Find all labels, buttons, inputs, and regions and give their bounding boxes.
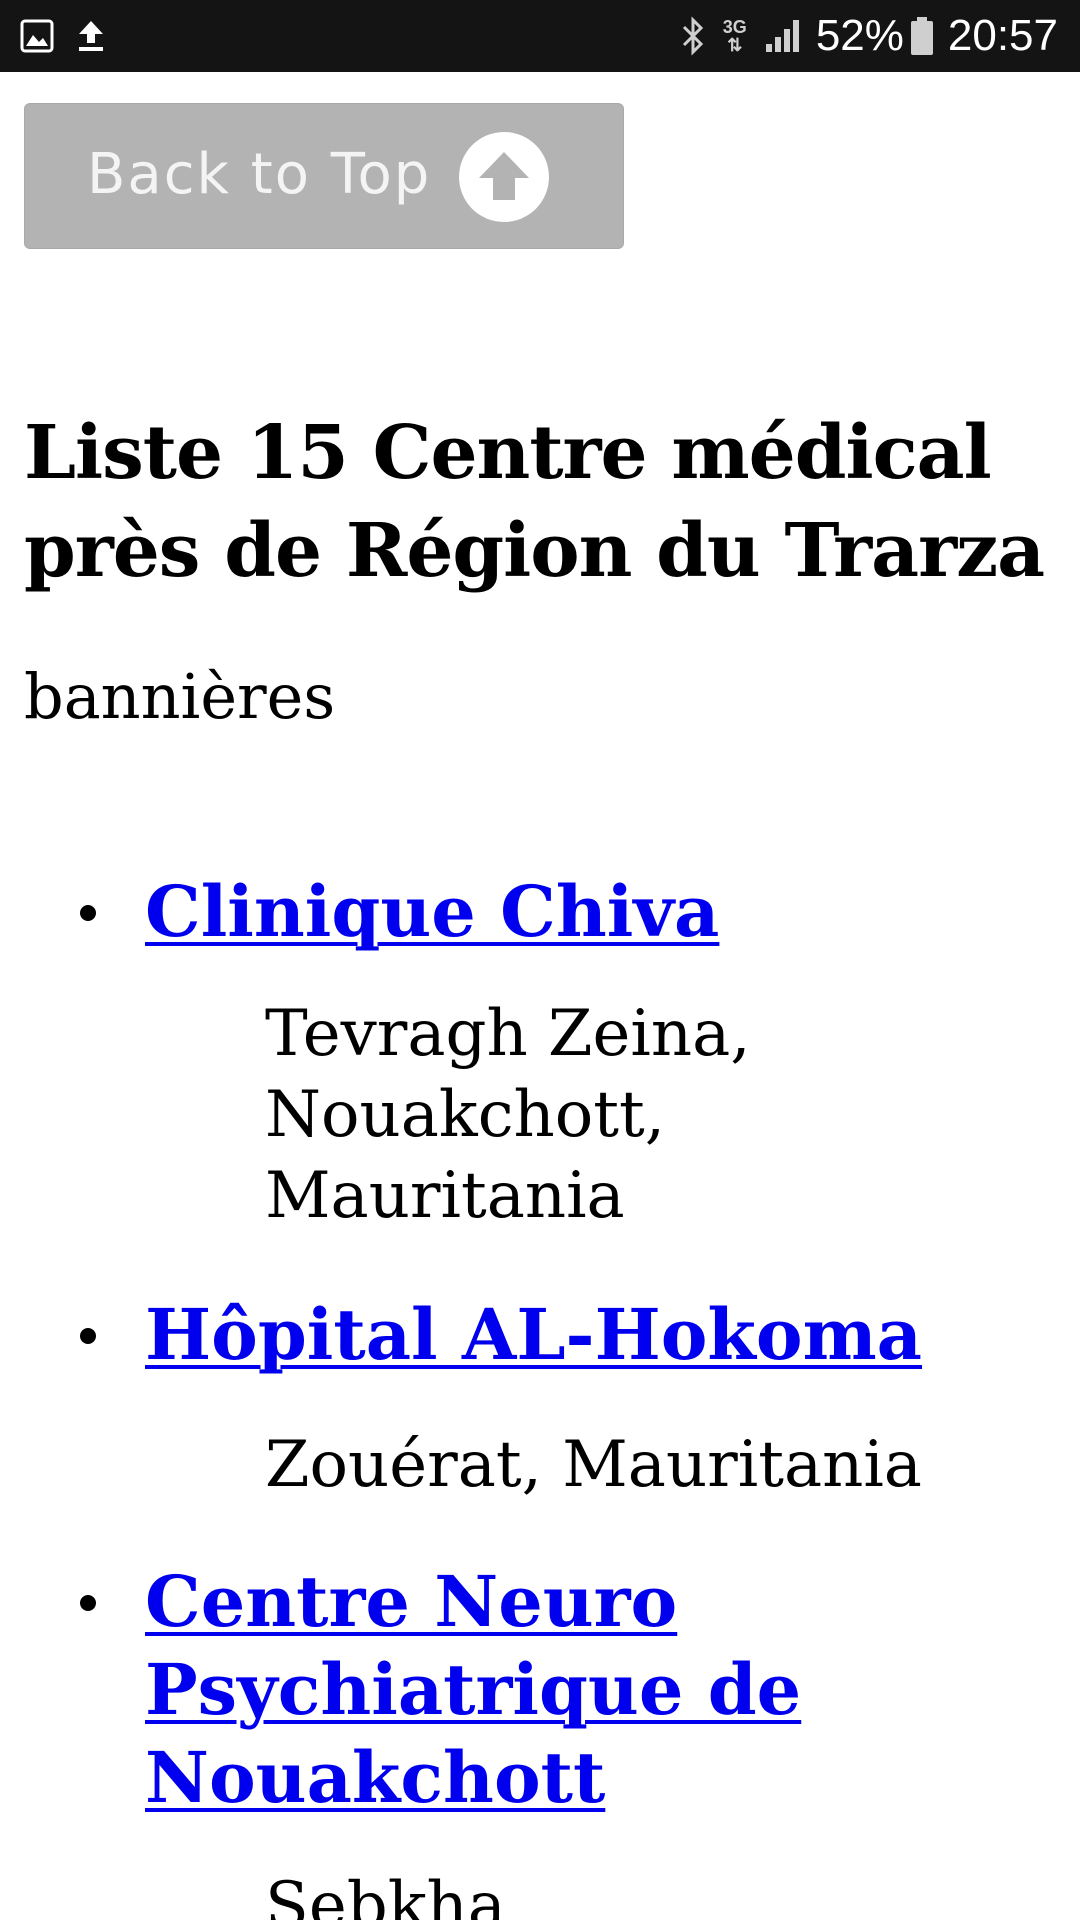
battery-group: 52% xyxy=(816,11,934,61)
image-icon xyxy=(20,19,54,53)
3g-icon: 3G ⇅ xyxy=(720,18,750,54)
results-list: Clinique Chiva Tevragh Zeina, Nouakchott… xyxy=(0,868,1080,1920)
list-item: Hôpital AL-Hokoma Zouérat, Mauritania xyxy=(0,1291,1080,1506)
clock: 20:57 xyxy=(947,11,1058,60)
status-left-group xyxy=(20,16,106,56)
list-item: Centre Neuro Psychiatrique de Nouakchott… xyxy=(0,1558,1080,1920)
back-to-top-button[interactable]: Back to Top xyxy=(24,103,624,249)
result-link[interactable]: Hôpital AL-Hokoma xyxy=(145,1293,922,1376)
network-type: 3G xyxy=(722,17,747,37)
bluetooth-icon xyxy=(680,16,706,56)
data-arrows: ⇅ xyxy=(727,35,743,55)
status-bar: 3G ⇅ 52% 20:57 xyxy=(0,0,1080,72)
result-link[interactable]: Centre Neuro Psychiatrique de Nouakchott xyxy=(145,1560,801,1819)
result-address: Tevragh Zeina, Nouakchott, Mauritania xyxy=(265,997,751,1233)
back-to-top-label: Back to Top xyxy=(87,142,432,207)
bullet xyxy=(80,1328,96,1344)
list-item: Clinique Chiva Tevragh Zeina, Nouakchott… xyxy=(0,868,1080,1237)
result-title: Clinique Chiva xyxy=(145,868,1060,956)
arrow-up-circle-icon xyxy=(459,132,549,222)
page-title: Liste 15 Centre médical près de Région d… xyxy=(24,410,1045,594)
result-address: Zouérat, Mauritania xyxy=(265,1428,922,1502)
status-right-group: 3G ⇅ 52% 20:57 xyxy=(680,0,1058,72)
upload-icon xyxy=(76,19,106,53)
battery-icon xyxy=(910,16,934,56)
result-title: Hôpital AL-Hokoma xyxy=(145,1291,1060,1379)
result-address: Sebkha xyxy=(265,1869,506,1920)
bullet xyxy=(80,905,96,921)
battery-percent: 52% xyxy=(815,11,904,60)
bullet xyxy=(80,1595,96,1611)
result-title: Centre Neuro Psychiatrique de Nouakchott xyxy=(145,1558,865,1822)
signal-icon xyxy=(764,18,802,54)
result-link[interactable]: Clinique Chiva xyxy=(145,870,719,953)
page-subtitle: bannières xyxy=(24,660,336,733)
